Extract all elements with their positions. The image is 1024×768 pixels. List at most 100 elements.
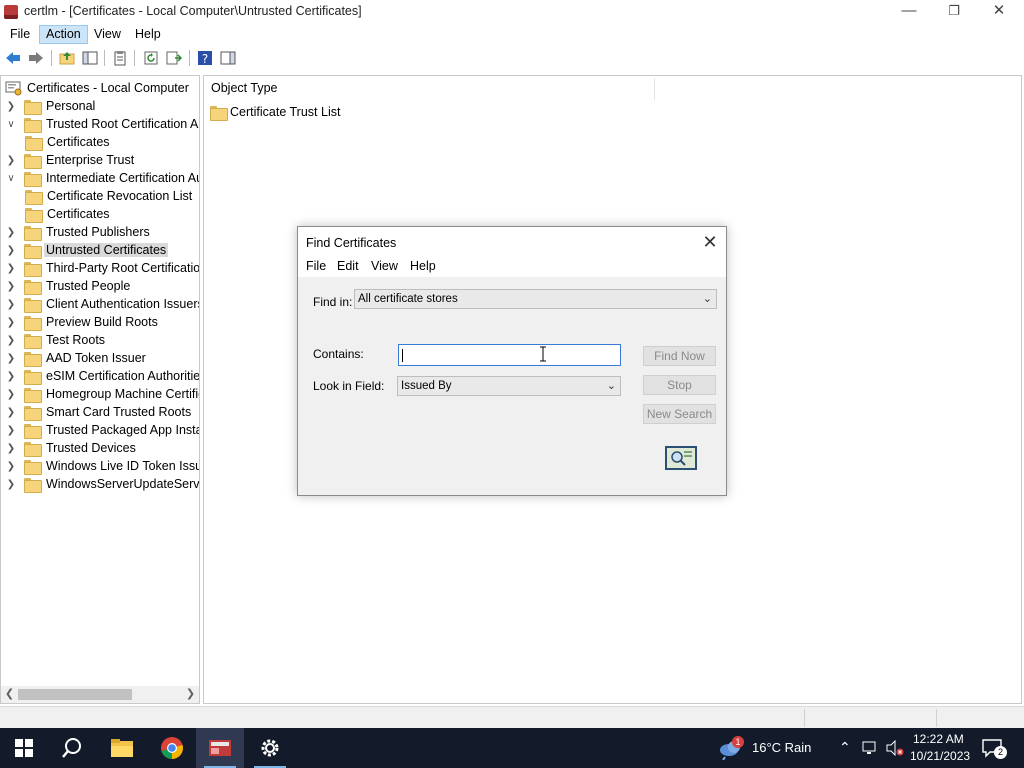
show-hide-tree-icon[interactable] <box>81 49 99 67</box>
tree-item[interactable]: Certificate Revocation List <box>25 187 194 205</box>
certlm-taskbar-icon[interactable] <box>196 728 244 768</box>
menu-file[interactable]: File <box>4 25 36 44</box>
expand-chevron-icon[interactable]: ❯ <box>6 331 16 349</box>
chevron-down-icon: ⌄ <box>606 380 616 392</box>
folder-icon <box>24 459 42 475</box>
weather-icon[interactable]: 1 <box>718 736 744 761</box>
volume-muted-icon[interactable] <box>885 739 905 759</box>
clock-time[interactable]: 12:22 AM <box>913 732 964 746</box>
tree-item[interactable]: ❯ eSIM Certification Authorities <box>6 367 199 385</box>
list-item[interactable]: Certificate Trust List <box>210 103 340 121</box>
tree-item[interactable]: Certificates <box>25 205 112 223</box>
find-now-button[interactable]: Find Now <box>643 346 716 366</box>
tree-item[interactable]: ❯ Enterprise Trust <box>6 151 136 169</box>
refresh-icon[interactable] <box>142 49 160 67</box>
tree-item[interactable]: ❯ Personal <box>6 97 97 115</box>
folder-icon <box>24 153 42 169</box>
notification-center-icon[interactable]: 2 <box>982 738 1007 761</box>
expand-chevron-icon[interactable]: ❯ <box>6 421 16 439</box>
minimize-button[interactable]: — <box>886 0 932 24</box>
tree-horizontal-scrollbar[interactable]: ❮ ❯ <box>1 686 199 703</box>
menu-action[interactable]: Action <box>39 25 88 44</box>
back-arrow-icon[interactable] <box>4 49 22 67</box>
expand-chevron-icon[interactable]: ❯ <box>6 367 16 385</box>
expand-chevron-icon[interactable]: ❯ <box>6 349 16 367</box>
action-pane-icon[interactable] <box>219 49 237 67</box>
dialog-menu-edit[interactable]: Edit <box>337 259 359 273</box>
expand-chevron-icon[interactable]: ❯ <box>6 97 16 115</box>
list-column-header[interactable]: Object Type <box>204 76 1021 100</box>
expand-chevron-icon[interactable]: ❯ <box>6 313 16 331</box>
tree-item[interactable]: ❯ AAD Token Issuer <box>6 349 148 367</box>
tree-item[interactable]: ❯ Trusted Devices <box>6 439 138 457</box>
tree-item[interactable]: ❯ Smart Card Trusted Roots <box>6 403 193 421</box>
stop-button[interactable]: Stop <box>643 375 716 395</box>
contains-input[interactable] <box>398 344 621 366</box>
settings-icon[interactable] <box>246 728 294 768</box>
dialog-close-button[interactable]: ✕ <box>698 230 722 254</box>
scroll-right-arrow-icon[interactable]: ❯ <box>182 686 199 703</box>
folder-icon <box>24 441 42 457</box>
tree-item[interactable]: ❯ Trusted Packaged App Installa <box>6 421 199 439</box>
collapse-chevron-icon[interactable]: ∨ <box>6 169 16 187</box>
scroll-left-arrow-icon[interactable]: ❮ <box>1 686 18 703</box>
windows-start-icon[interactable] <box>0 728 48 768</box>
expand-chevron-icon[interactable]: ❯ <box>6 475 16 493</box>
weather-text[interactable]: 16°C Rain <box>752 740 811 755</box>
tree-root[interactable]: Certificates - Local Computer <box>5 79 189 97</box>
chrome-icon[interactable] <box>148 728 196 768</box>
tree-item-label: Personal <box>46 99 96 113</box>
file-explorer-icon[interactable] <box>98 728 146 768</box>
close-button[interactable]: ✕ <box>976 0 1022 24</box>
tree-item[interactable]: ❯ Untrusted Certificates <box>6 241 169 259</box>
dialog-menu-help[interactable]: Help <box>410 259 436 273</box>
expand-chevron-icon[interactable]: ❯ <box>6 223 16 241</box>
dialog-menu-view[interactable]: View <box>371 259 398 273</box>
tree-item[interactable]: ❯ Client Authentication Issuers <box>6 295 199 313</box>
dialog-title: Find Certificates <box>306 236 397 250</box>
tree-item[interactable]: ❯ Preview Build Roots <box>6 313 160 331</box>
tree-item[interactable]: ❯ Test Roots <box>6 331 107 349</box>
scrollbar-thumb[interactable] <box>18 689 132 700</box>
tree-item[interactable]: ❯ Homegroup Machine Certific <box>6 385 199 403</box>
tree-item[interactable]: ❯ Third-Party Root Certification <box>6 259 199 277</box>
tree-item[interactable]: ❯ Trusted Publishers <box>6 223 152 241</box>
look-in-field-dropdown[interactable]: Issued By ⌄ <box>397 376 621 396</box>
tree-item[interactable]: ❯ WindowsServerUpdateService <box>6 475 199 493</box>
tree-item[interactable]: Certificates <box>25 133 112 151</box>
network-icon[interactable] <box>862 741 880 758</box>
expand-chevron-icon[interactable]: ❯ <box>6 385 16 403</box>
help-icon[interactable]: ? <box>196 49 214 67</box>
clock-date[interactable]: 10/21/2023 <box>910 749 970 763</box>
folder-icon <box>24 297 42 313</box>
find-in-dropdown[interactable]: All certificate stores ⌄ <box>354 289 717 309</box>
folder-icon <box>24 279 42 295</box>
new-search-button[interactable]: New Search <box>643 404 716 424</box>
expand-chevron-icon[interactable]: ❯ <box>6 295 16 313</box>
up-folder-icon[interactable] <box>58 49 76 67</box>
search-icon[interactable] <box>48 728 96 768</box>
ibeam-cursor-icon <box>540 346 546 362</box>
menu-help[interactable]: Help <box>129 25 167 44</box>
forward-arrow-icon[interactable] <box>27 49 45 67</box>
menu-view[interactable]: View <box>88 25 127 44</box>
export-list-icon[interactable] <box>165 49 183 67</box>
collapse-chevron-icon[interactable]: ∨ <box>6 115 16 133</box>
properties-icon[interactable] <box>111 49 129 67</box>
expand-chevron-icon[interactable]: ❯ <box>6 439 16 457</box>
tree-item[interactable]: ∨ Trusted Root Certification Au <box>6 115 199 133</box>
tree-item[interactable]: ❯ Trusted People <box>6 277 132 295</box>
tree-item[interactable]: ∨ Intermediate Certification Au <box>6 169 199 187</box>
tree-item[interactable]: ❯ Windows Live ID Token Issuer <box>6 457 199 475</box>
expand-chevron-icon[interactable]: ❯ <box>6 259 16 277</box>
chevron-up-icon[interactable]: ⌃ <box>839 739 851 756</box>
expand-chevron-icon[interactable]: ❯ <box>6 277 16 295</box>
expand-chevron-icon[interactable]: ❯ <box>6 457 16 475</box>
expand-chevron-icon[interactable]: ❯ <box>6 151 16 169</box>
expand-chevron-icon[interactable]: ❯ <box>6 241 16 259</box>
column-object-type[interactable]: Object Type <box>211 81 277 95</box>
console-tree[interactable]: Certificates - Local Computer ❯ Personal ∨… <box>0 75 200 704</box>
dialog-menu-file[interactable]: File <box>306 259 326 273</box>
expand-chevron-icon[interactable]: ❯ <box>6 403 16 421</box>
maximize-button[interactable]: ❐ <box>931 0 977 24</box>
